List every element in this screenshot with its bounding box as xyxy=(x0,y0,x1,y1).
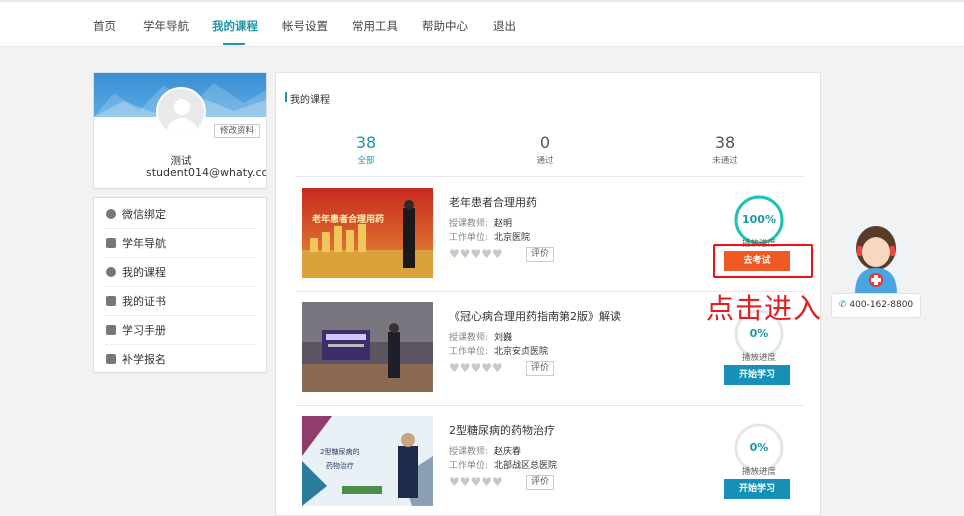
stat-all[interactable]: 38 全部 xyxy=(316,133,416,166)
teacher-name: 刘巍 xyxy=(494,333,513,343)
sidebar-item-label: 微信绑定 xyxy=(122,208,166,221)
stat-all-label: 全部 xyxy=(357,156,375,166)
sidebar-item-year-guide[interactable]: 学年导航 xyxy=(106,229,256,258)
teacher-name: 赵明 xyxy=(494,219,513,229)
edit-profile-button[interactable]: 修改资料 xyxy=(214,124,260,138)
nav-year-guide[interactable]: 学年导航 xyxy=(143,18,189,34)
sidebar-menu: 微信绑定 学年导航 我的课程 我的证书 学习手册 补学报名 xyxy=(93,197,267,373)
course-item: 2型糖尿病的 药物治疗 2型糖尿病的药物治疗 授课教师: 赵庆春 工作单位: 北部战… xyxy=(296,406,804,516)
top-nav: 首页 学年导航 我的课程 帐号设置 常用工具 帮助中心 退出 xyxy=(0,0,964,47)
progress-label: 播放进度 xyxy=(741,353,776,363)
course-title[interactable]: 2型糖尿病的药物治疗 xyxy=(449,422,555,438)
progress-percent: 100% xyxy=(742,213,776,226)
register-icon xyxy=(106,354,116,364)
nav-account-settings[interactable]: 帐号设置 xyxy=(282,18,328,34)
course-title[interactable]: 老年患者合理用药 xyxy=(449,194,537,210)
certificate-icon xyxy=(106,296,116,306)
nav-logout[interactable]: 退出 xyxy=(493,18,516,34)
stat-passed-count: 0 xyxy=(539,133,551,152)
rate-button[interactable]: 评价 xyxy=(526,247,554,262)
divider xyxy=(296,176,804,177)
sidebar-item-label: 学年导航 xyxy=(122,237,166,250)
start-study-button[interactable]: 开始学习 xyxy=(724,479,790,499)
course-teacher: 授课教师: 赵明 xyxy=(449,216,512,229)
sidebar-item-label: 我的证书 xyxy=(122,295,166,308)
nav-active-indicator xyxy=(223,43,245,45)
rate-button[interactable]: 评价 xyxy=(526,475,554,490)
teacher-label: 授课教师: xyxy=(449,447,489,457)
service-phone[interactable]: ✆ 400-162-8800 xyxy=(831,293,921,318)
rating-hearts[interactable]: ♥♥♥♥♥ xyxy=(449,247,503,261)
sidebar-item-certificates[interactable]: 我的证书 xyxy=(106,287,256,316)
teacher-label: 授课教师: xyxy=(449,333,489,343)
unit-name: 北京医院 xyxy=(494,233,531,243)
progress-label: 播放进度 xyxy=(741,467,776,477)
nav-tools[interactable]: 常用工具 xyxy=(352,18,398,34)
book-icon xyxy=(106,238,116,248)
course-icon xyxy=(106,267,116,277)
teacher-label: 授课教师: xyxy=(449,219,489,229)
course-thumbnail[interactable] xyxy=(302,302,433,392)
stat-all-count: 38 xyxy=(355,133,377,152)
thumbnail-caption-line1: 2型糖尿病的 xyxy=(320,447,359,456)
course-thumbnail[interactable]: 2型糖尿病的 药物治疗 xyxy=(302,416,433,506)
service-phone-number: 400-162-8800 xyxy=(849,300,914,310)
rate-button[interactable]: 评价 xyxy=(526,361,554,376)
highlight-box xyxy=(713,244,813,278)
unit-name: 北京安贞医院 xyxy=(494,347,549,357)
rating-hearts[interactable]: ♥♥♥♥♥ xyxy=(449,361,503,375)
course-unit: 工作单位: 北京医院 xyxy=(449,230,530,243)
profile-email: student014@whaty.com xyxy=(146,166,267,179)
annotation-callout: 点击进入 xyxy=(706,292,823,325)
profile-card: 修改资料 测试 student014@whaty.com xyxy=(93,72,267,189)
nav-home[interactable]: 首页 xyxy=(93,18,116,34)
wechat-icon xyxy=(106,209,116,219)
stat-failed-label: 未通过 xyxy=(712,156,738,166)
customer-service-widget[interactable]: ✆ 400-162-8800 xyxy=(831,216,921,320)
avatar[interactable] xyxy=(156,87,206,137)
unit-label: 工作单位: xyxy=(449,347,489,357)
sidebar-item-register[interactable]: 补学报名 xyxy=(106,345,256,374)
stat-failed-count: 38 xyxy=(714,133,736,152)
course-teacher: 授课教师: 刘巍 xyxy=(449,330,512,343)
stat-failed[interactable]: 38 未通过 xyxy=(675,133,775,166)
sidebar-item-label: 补学报名 xyxy=(122,353,166,366)
rating-hearts[interactable]: ♥♥♥♥♥ xyxy=(449,475,503,489)
sidebar-item-my-courses[interactable]: 我的课程 xyxy=(106,258,256,287)
sidebar-item-manual[interactable]: 学习手册 xyxy=(106,316,256,345)
course-unit: 工作单位: 北京安贞医院 xyxy=(449,344,548,357)
course-thumbnail[interactable]: 老年患者合理用药 xyxy=(302,188,433,278)
sidebar-item-label: 我的课程 xyxy=(122,266,166,279)
nav-help-center[interactable]: 帮助中心 xyxy=(422,18,468,34)
unit-label: 工作单位: xyxy=(449,233,489,243)
section-title: 我的课程 xyxy=(285,91,330,106)
thumbnail-caption: 老年患者合理用药 xyxy=(311,213,384,225)
progress-percent: 0% xyxy=(749,327,769,340)
stat-passed-label: 通过 xyxy=(536,156,554,166)
unit-label: 工作单位: xyxy=(449,461,489,471)
stat-passed[interactable]: 0 通过 xyxy=(495,133,595,166)
unit-name: 北部战区总医院 xyxy=(494,461,558,471)
teacher-name: 赵庆春 xyxy=(494,447,522,457)
progress-percent: 0% xyxy=(749,441,769,454)
course-title[interactable]: 《冠心病合理用药指南第2版》解读 xyxy=(449,308,621,324)
phone-icon: ✆ xyxy=(838,300,847,310)
customer-service-avatar-icon xyxy=(842,222,910,294)
start-study-button[interactable]: 开始学习 xyxy=(724,365,790,385)
sidebar-item-wechat[interactable]: 微信绑定 xyxy=(106,200,256,229)
sidebar-item-label: 学习手册 xyxy=(122,324,166,337)
nav-my-courses[interactable]: 我的课程 xyxy=(212,18,258,34)
course-unit: 工作单位: 北部战区总医院 xyxy=(449,458,557,471)
manual-icon xyxy=(106,325,116,335)
thumbnail-caption-line2: 药物治疗 xyxy=(326,461,354,470)
course-teacher: 授课教师: 赵庆春 xyxy=(449,444,521,457)
